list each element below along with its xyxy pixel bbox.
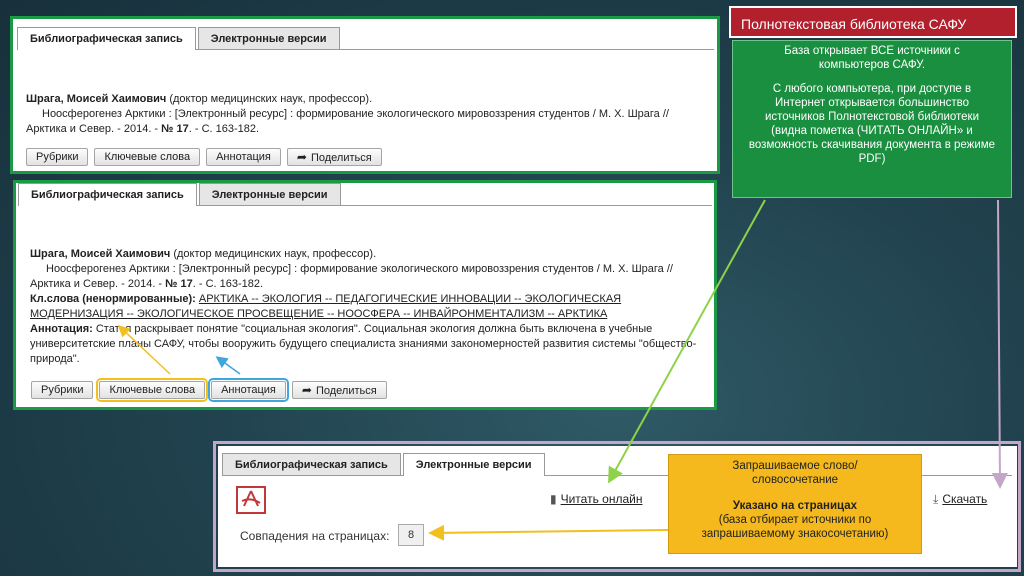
annotation-button[interactable]: Аннотация [208, 378, 289, 402]
share-label: Поделиться [315, 385, 377, 397]
matches-label: Совпадения на страницах: [240, 529, 390, 543]
keywords-label: Кл.слова (ненормированные): [30, 293, 196, 305]
keywords-link[interactable]: АРКТИКА -- ЭКОЛОГИЯ -- ПЕДАГОГИЧЕСКИЕ ИН… [199, 293, 621, 305]
rubrics-button[interactable]: Рубрики [26, 148, 89, 166]
share-button[interactable]: ➦ Поделиться [291, 381, 387, 399]
rubrics-button[interactable]: Рубрики [31, 381, 94, 399]
keywords-link[interactable]: МОДЕРНИЗАЦИЯ -- ЭКОЛОГИЧЕСКОЕ ПРОСВЕЩЕНИ… [30, 308, 607, 320]
download-icon: ⤓ [933, 492, 939, 506]
record-source: Арктика и Север. - 2014. - [26, 123, 159, 135]
tab-bib-record[interactable]: Библиографическая запись [17, 27, 196, 50]
record-author-note: (доктор медицинских наук, профессор). [173, 248, 377, 260]
record-expanded-text: Шрага, Моисей Хаимович (доктор медицинск… [30, 247, 710, 367]
tab-electronic-versions[interactable]: Электронные версии [198, 183, 341, 205]
record-issue: № 17 [165, 278, 193, 290]
record-issue: № 17 [161, 123, 189, 135]
explanation-box: Запрашиваемое слово/словосочетание Указа… [668, 454, 922, 554]
book-icon: ▮ [550, 492, 557, 506]
read-online-link[interactable]: ▮ Читать онлайн [550, 492, 642, 506]
record-short-text: Шрага, Моисей Хаимович (доктор медицинск… [26, 92, 706, 137]
tab-electronic-versions[interactable]: Электронные версии [402, 453, 545, 476]
annotation-text: университетские планы САФУ, чтобы вооруж… [30, 338, 697, 350]
record-tabs-short: Библиографическая запись Электронные вер… [17, 27, 714, 50]
explanation-line-1: Запрашиваемое слово/словосочетание [732, 460, 858, 486]
share-arrow-icon: ➦ [301, 383, 312, 397]
record-source: Арктика и Север. - 2014. - [30, 278, 163, 290]
record-title-line: Ноосферогенез Арктики : [Электронный рес… [46, 263, 673, 275]
record-buttons-short: Рубрики Ключевые слова Аннотация ➦ Подели… [26, 148, 382, 166]
annotation-text: Статья раскрывает понятие "социальная эк… [95, 323, 653, 335]
keywords-button[interactable]: Ключевые слова [94, 148, 201, 166]
record-author: Шрага, Моисей Хаимович [26, 93, 167, 105]
pdf-file-icon [236, 486, 266, 514]
read-online-label: Читать онлайн [560, 492, 643, 506]
record-author-note: (доктор медицинских наук, профессор). [169, 93, 373, 105]
share-label: Поделиться [310, 152, 372, 164]
download-label: Скачать [942, 492, 988, 506]
record-tabs-expanded: Библиографическая запись Электронные вер… [18, 183, 712, 206]
keywords-button[interactable]: Ключевые слова [96, 378, 209, 402]
record-title-line: Ноосферогенез Арктики : [Электронный рес… [42, 108, 669, 120]
info-text-1: База открывает ВСЕ источники с компьютер… [784, 45, 960, 71]
explanation-line-2: Указано на страницах [732, 500, 858, 512]
tab-bib-record[interactable]: Библиографическая запись [222, 453, 401, 475]
record-author: Шрага, Моисей Хаимович [30, 248, 171, 260]
tab-bib-record[interactable]: Библиографическая запись [18, 183, 197, 206]
record-pages: . - С. 163-182. [192, 278, 264, 290]
explanation-line-3: (база отбирает источники по запрашиваемо… [701, 514, 889, 540]
matches-value: 8 [398, 524, 424, 546]
record-buttons-expanded: Рубрики Ключевые слова Аннотация ➦ Подели… [31, 378, 387, 402]
annotation-button[interactable]: Аннотация [206, 148, 281, 166]
record-pages: . - С. 163-182. [188, 123, 260, 135]
share-arrow-icon: ➦ [296, 150, 307, 164]
info-text-2: С любого компьютера, при доступе в Интер… [748, 83, 996, 165]
library-title: Полнотекстовая библиотека САФУ [729, 6, 1017, 38]
info-box: База открывает ВСЕ источники с компьютер… [732, 40, 1012, 198]
annotation-label: Аннотация: [30, 323, 93, 335]
annotation-text: природа". [30, 353, 80, 365]
share-button[interactable]: ➦ Поделиться [286, 148, 382, 166]
download-link[interactable]: ⤓ Скачать [933, 492, 987, 507]
tab-electronic-versions[interactable]: Электронные версии [197, 27, 340, 49]
